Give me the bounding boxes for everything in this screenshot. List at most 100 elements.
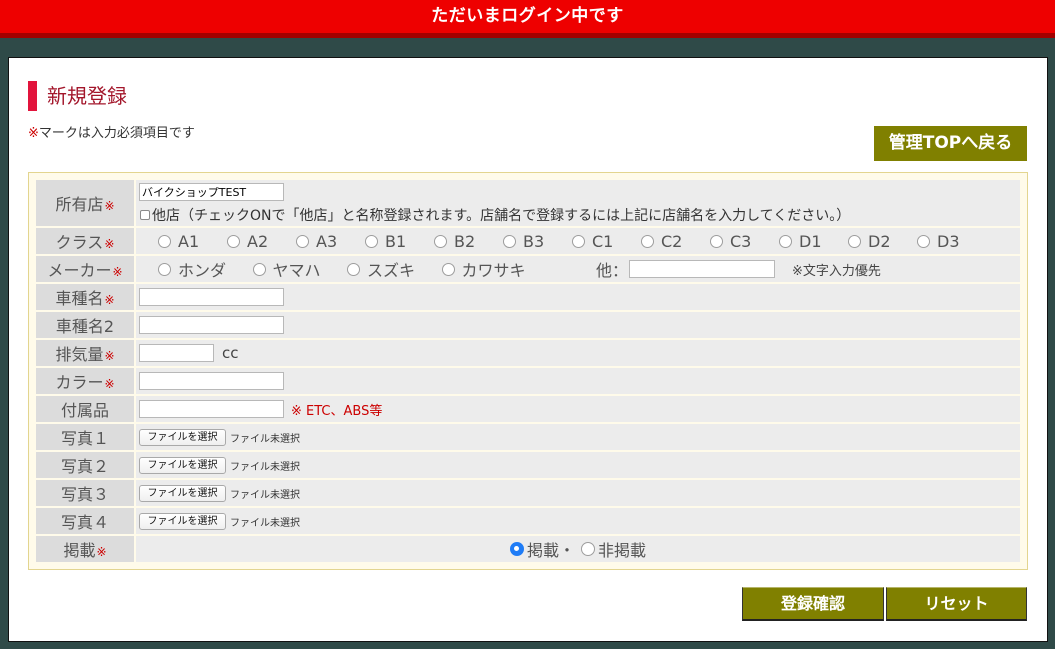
other-shop-checkbox[interactable]	[140, 210, 150, 220]
model-name-input[interactable]	[139, 288, 284, 306]
radio-button[interactable]	[434, 234, 447, 248]
class-option-a2[interactable]: A2	[227, 232, 296, 251]
class-option-label: D2	[868, 231, 891, 251]
radio-button[interactable]	[572, 234, 585, 248]
class-option-a1[interactable]: A1	[158, 232, 227, 251]
class-option-a3[interactable]: A3	[296, 232, 365, 251]
class-option-d1[interactable]: D1	[779, 232, 848, 251]
form-row-displacement: 排気量※ cc	[36, 340, 1020, 366]
required-mark: ※	[28, 126, 39, 141]
class-option-c3[interactable]: C3	[710, 232, 779, 251]
radio-button[interactable]	[848, 234, 861, 248]
label-photo-2: 写真２	[36, 452, 134, 478]
choose-file-button[interactable]: ファイルを選択	[139, 428, 226, 446]
class-radio-group: A1 A2 A3 B1 B2 B3 C1 C2 C3 D1 D2 D3	[139, 228, 1020, 254]
color-input[interactable]	[139, 372, 284, 390]
choose-file-button[interactable]: ファイルを選択	[139, 484, 226, 502]
required-mark: ※	[104, 349, 115, 363]
label-shop: 所有店※	[36, 180, 134, 226]
radio-button[interactable]	[641, 234, 654, 248]
label-text: カラー	[55, 373, 104, 392]
class-option-b2[interactable]: B2	[434, 232, 503, 251]
publish-option-on[interactable]: 掲載・	[509, 537, 581, 561]
other-shop-option[interactable]: 他店（チェックONで「他店」と名称登録されます。店舗名で登録するには上記に店舗名…	[139, 206, 1020, 224]
title-accent-bar	[28, 81, 37, 111]
accessories-input[interactable]	[139, 400, 284, 418]
form-row-shop: 所有店※ 他店（チェックONで「他店」と名称登録されます。店舗名で登録するには上…	[36, 180, 1020, 226]
radio-button[interactable]	[252, 262, 266, 276]
radio-button[interactable]	[503, 234, 516, 248]
radio-button[interactable]	[581, 542, 595, 556]
confirm-registration-button[interactable]: 登録確認	[742, 587, 884, 621]
photo-4-field: ファイルを選択 ファイル未選択	[139, 508, 1020, 534]
publish-radio-group: 掲載・ 非掲載	[136, 536, 1020, 562]
radio-button[interactable]	[296, 234, 309, 248]
publish-option-label: 掲載・	[526, 541, 575, 560]
form-row-photo-4: 写真４ ファイルを選択 ファイル未選択	[36, 508, 1020, 534]
other-maker-label: 他：	[596, 261, 629, 280]
class-option-d3[interactable]: D3	[917, 232, 986, 251]
value-color	[136, 368, 1020, 394]
file-status: ファイル未選択	[230, 489, 300, 501]
reset-button[interactable]: リセット	[886, 587, 1027, 621]
choose-file-button[interactable]: ファイルを選択	[139, 512, 226, 530]
label-maker: メーカー※	[36, 256, 134, 282]
publish-option-off[interactable]: 非掲載	[581, 537, 646, 561]
back-to-admin-top-button[interactable]: 管理TOPへ戻る	[874, 126, 1027, 161]
form-row-model2: 車種名2	[36, 312, 1020, 338]
color-field	[139, 368, 1020, 394]
maker-option-suzuki[interactable]: スズキ	[347, 257, 442, 281]
radio-button[interactable]	[158, 234, 171, 248]
class-option-d2[interactable]: D2	[848, 232, 917, 251]
other-maker-input[interactable]	[629, 260, 775, 278]
maker-option-label: ホンダ	[178, 261, 227, 280]
shop-name-input[interactable]	[139, 183, 284, 201]
label-text: 写真１	[60, 429, 109, 448]
radio-button[interactable]	[347, 262, 360, 276]
radio-button[interactable]	[779, 234, 792, 248]
file-status: ファイル未選択	[230, 461, 300, 473]
radio-button[interactable]	[917, 234, 930, 248]
label-text: 写真４	[60, 513, 109, 532]
class-option-label: A1	[178, 231, 200, 251]
model-name2-input[interactable]	[139, 316, 284, 334]
radio-button[interactable]	[158, 262, 171, 276]
class-option-c1[interactable]: C1	[572, 232, 641, 251]
choose-file-button[interactable]: ファイルを選択	[139, 456, 226, 474]
value-displacement: cc	[136, 340, 1020, 366]
radio-button[interactable]	[365, 234, 378, 248]
class-option-c2[interactable]: C2	[641, 232, 710, 251]
form-row-accessories: 付属品 ※ ETC、ABS等	[36, 396, 1020, 422]
maker-option-label: スズキ	[367, 261, 416, 280]
value-maker: ホンダ ヤマハ スズキ カワサキ 他： ※文字入力優先	[136, 256, 1020, 282]
maker-option-yamaha[interactable]: ヤマハ	[252, 257, 348, 281]
maker-radio-group: ホンダ ヤマハ スズキ カワサキ 他： ※文字入力優先	[139, 256, 1020, 282]
photo-1-field: ファイルを選択 ファイル未選択	[139, 424, 1020, 450]
model-field	[139, 284, 1020, 310]
value-model2	[136, 312, 1020, 338]
label-text: 車種名2	[55, 317, 115, 336]
maker-option-kawasaki[interactable]: カワサキ	[441, 257, 537, 281]
form-row-photo-3: 写真３ ファイルを選択 ファイル未選択	[36, 480, 1020, 506]
class-option-label: B3	[523, 231, 545, 251]
displacement-input[interactable]	[139, 344, 214, 362]
displacement-field: cc	[139, 340, 1020, 366]
maker-note: ※文字入力優先	[792, 263, 881, 279]
class-option-label: B2	[454, 231, 476, 251]
class-option-b3[interactable]: B3	[503, 232, 572, 251]
accessories-hint: ※ ETC、ABS等	[291, 403, 383, 419]
radio-button[interactable]	[509, 542, 524, 556]
label-model2: 車種名2	[36, 312, 134, 338]
radio-button[interactable]	[227, 234, 240, 248]
label-text: メーカー	[47, 261, 112, 280]
radio-button[interactable]	[441, 262, 455, 276]
value-photo-3: ファイルを選択 ファイル未選択	[136, 480, 1020, 506]
radio-button[interactable]	[710, 234, 723, 248]
class-option-label: D1	[799, 231, 822, 251]
form-row-class: クラス※ A1 A2 A3 B1 B2 B3 C1 C2 C3 D1 D2 D3	[36, 228, 1020, 254]
value-shop: 他店（チェックONで「他店」と名称登録されます。店舗名で登録するには上記に店舗名…	[136, 180, 1020, 226]
class-option-b1[interactable]: B1	[365, 232, 434, 251]
maker-option-honda[interactable]: ホンダ	[158, 257, 253, 281]
required-mark: ※	[104, 293, 115, 307]
value-photo-1: ファイルを選択 ファイル未選択	[136, 424, 1020, 450]
